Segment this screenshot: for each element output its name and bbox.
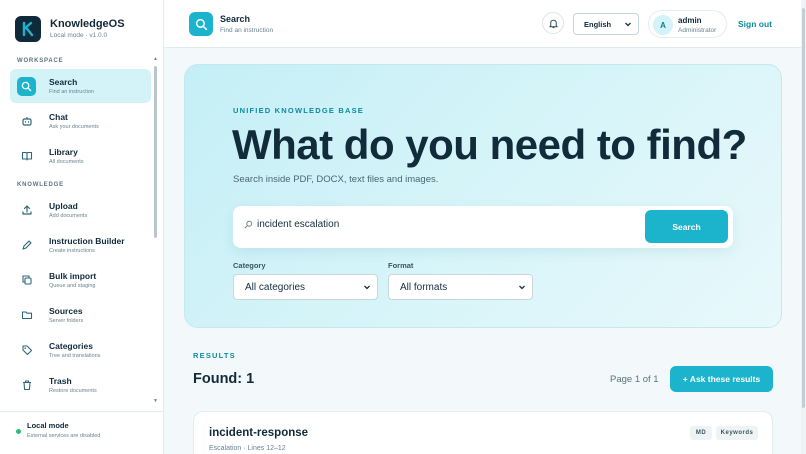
hero-eyebrow: UNIFIED KNOWLEDGE BASE	[233, 106, 364, 115]
bell-icon	[548, 19, 558, 28]
scroll-up-icon[interactable]: ▲	[153, 56, 158, 62]
sidebar-item-subtitle: Restore documents	[49, 387, 97, 394]
sidebar-item-bulk-import[interactable]: Bulk import Queue and staging	[10, 263, 151, 297]
sidebar-item-subtitle: Server folders	[49, 317, 84, 324]
pen-icon	[17, 236, 36, 255]
sidebar-item-title: Chat	[49, 111, 68, 122]
sidebar-item-subtitle: Find an instruction	[49, 88, 94, 95]
user-menu[interactable]: A admin Administrator	[648, 10, 727, 38]
results-label: RESULTS	[193, 351, 236, 360]
sidebar-item-title: Upload	[49, 200, 78, 211]
page-scrollbar[interactable]	[801, 0, 806, 454]
local-mode-title: Local mode	[27, 421, 69, 430]
search-icon	[244, 220, 253, 229]
result-title[interactable]: incident-response	[209, 427, 308, 439]
sidebar-item-search[interactable]: Search Find an instruction	[10, 69, 151, 103]
sidebar-item-title: Bulk import	[49, 270, 97, 281]
chevron-down-icon	[625, 22, 631, 27]
page-subtitle: Find an instruction	[220, 27, 274, 34]
user-role: Administrator	[678, 27, 717, 34]
local-mode-status: Local mode External services are disable…	[0, 411, 164, 454]
language-value: English	[584, 19, 612, 29]
top-header: Search Find an instruction English A adm…	[164, 0, 806, 48]
sidebar-item-sources[interactable]: Sources Server folders	[10, 298, 151, 332]
language-select[interactable]: English	[573, 13, 639, 35]
search-hero: UNIFIED KNOWLEDGE BASE What do you need …	[184, 64, 782, 328]
search-bar: Search	[233, 206, 733, 248]
user-name: admin	[678, 16, 702, 25]
search-icon	[17, 76, 36, 96]
match-badge: Keywords	[716, 426, 758, 440]
sidebar-item-categories[interactable]: Categories Tree and translations	[10, 333, 151, 367]
category-value: All categories	[245, 281, 306, 293]
format-select[interactable]: All formats	[388, 274, 533, 300]
status-dot-icon	[16, 429, 21, 434]
logo-icon	[15, 16, 41, 42]
copy-icon	[17, 271, 36, 290]
search-button[interactable]: Search	[645, 210, 728, 243]
result-meta: Escalation · Lines 12–12	[209, 445, 286, 452]
chevron-down-icon	[364, 285, 370, 290]
sidebar-item-title: Search	[49, 76, 78, 87]
sidebar-item-title: Trash	[49, 375, 72, 386]
hero-subtitle: Search inside PDF, DOCX, text files and …	[233, 174, 439, 185]
sidebar: KnowledgeOS Local mode · v1.0.0 WORKSPAC…	[0, 0, 164, 454]
format-label: Format	[388, 261, 414, 270]
format-value: All formats	[400, 281, 448, 293]
search-input[interactable]	[257, 219, 637, 230]
sidebar-item-subtitle: Queue and staging	[49, 282, 96, 289]
avatar: A	[653, 15, 673, 35]
sidebar-item-subtitle: Tree and translations	[49, 352, 101, 359]
brand-name: KnowledgeOS	[50, 17, 125, 30]
sidebar-item-title: Instruction Builder	[49, 235, 125, 246]
sidebar-item-subtitle: Ask your documents	[49, 123, 99, 130]
sidebar-item-subtitle: Add documents	[49, 212, 88, 219]
upload-icon	[17, 201, 36, 220]
notifications-button[interactable]	[542, 12, 564, 34]
sidebar-item-title: Sources	[49, 305, 83, 316]
format-badge: MD	[690, 426, 712, 440]
category-label: Category	[233, 261, 266, 270]
search-icon	[189, 12, 213, 36]
sidebar-item-subtitle: All documents	[49, 158, 84, 165]
page-title: Search	[220, 14, 251, 24]
section-label-workspace: WORKSPACE	[17, 58, 64, 64]
sidebar-item-library[interactable]: Library All documents	[10, 139, 151, 173]
category-select[interactable]: All categories	[233, 274, 378, 300]
local-mode-subtitle: External services are disabled	[27, 433, 101, 439]
results-count: Found: 1	[193, 371, 255, 387]
sidebar-item-upload[interactable]: Upload Add documents	[10, 193, 151, 227]
sidebar-nav: WORKSPACE Search Find an instruction Cha…	[0, 56, 158, 406]
chevron-down-icon	[519, 285, 525, 290]
sidebar-item-subtitle: Create instructions	[49, 247, 95, 254]
section-label-knowledge: KNOWLEDGE	[17, 182, 64, 188]
sidebar-item-trash[interactable]: Trash Restore documents	[10, 368, 151, 402]
robot-icon	[17, 112, 36, 131]
folder-icon	[17, 306, 36, 325]
sign-out-link[interactable]: Sign out	[738, 19, 772, 29]
result-card[interactable]: incident-response Escalation · Lines 12–…	[193, 411, 773, 454]
trash-icon	[17, 376, 36, 395]
sidebar-item-title: Categories	[49, 340, 93, 351]
sidebar-scroll-thumb[interactable]	[154, 66, 157, 238]
sidebar-item-chat[interactable]: Chat Ask your documents	[10, 104, 151, 138]
sidebar-item-title: Library	[49, 146, 78, 157]
hero-title: What do you need to find?	[232, 121, 747, 168]
ask-results-button[interactable]: + Ask these results	[670, 366, 773, 392]
pagination-info: Page 1 of 1	[610, 374, 659, 385]
sidebar-item-instruction-builder[interactable]: Instruction Builder Create instructions	[10, 228, 151, 262]
book-icon	[17, 147, 36, 166]
brand-version: Local mode · v1.0.0	[50, 31, 108, 39]
page-scroll-thumb[interactable]	[802, 8, 805, 408]
sidebar-scrollbar[interactable]: ▲ ▼	[153, 56, 158, 404]
scroll-down-icon[interactable]: ▼	[153, 398, 158, 404]
brand[interactable]: KnowledgeOS Local mode · v1.0.0	[15, 16, 125, 42]
tag-icon	[17, 341, 36, 360]
